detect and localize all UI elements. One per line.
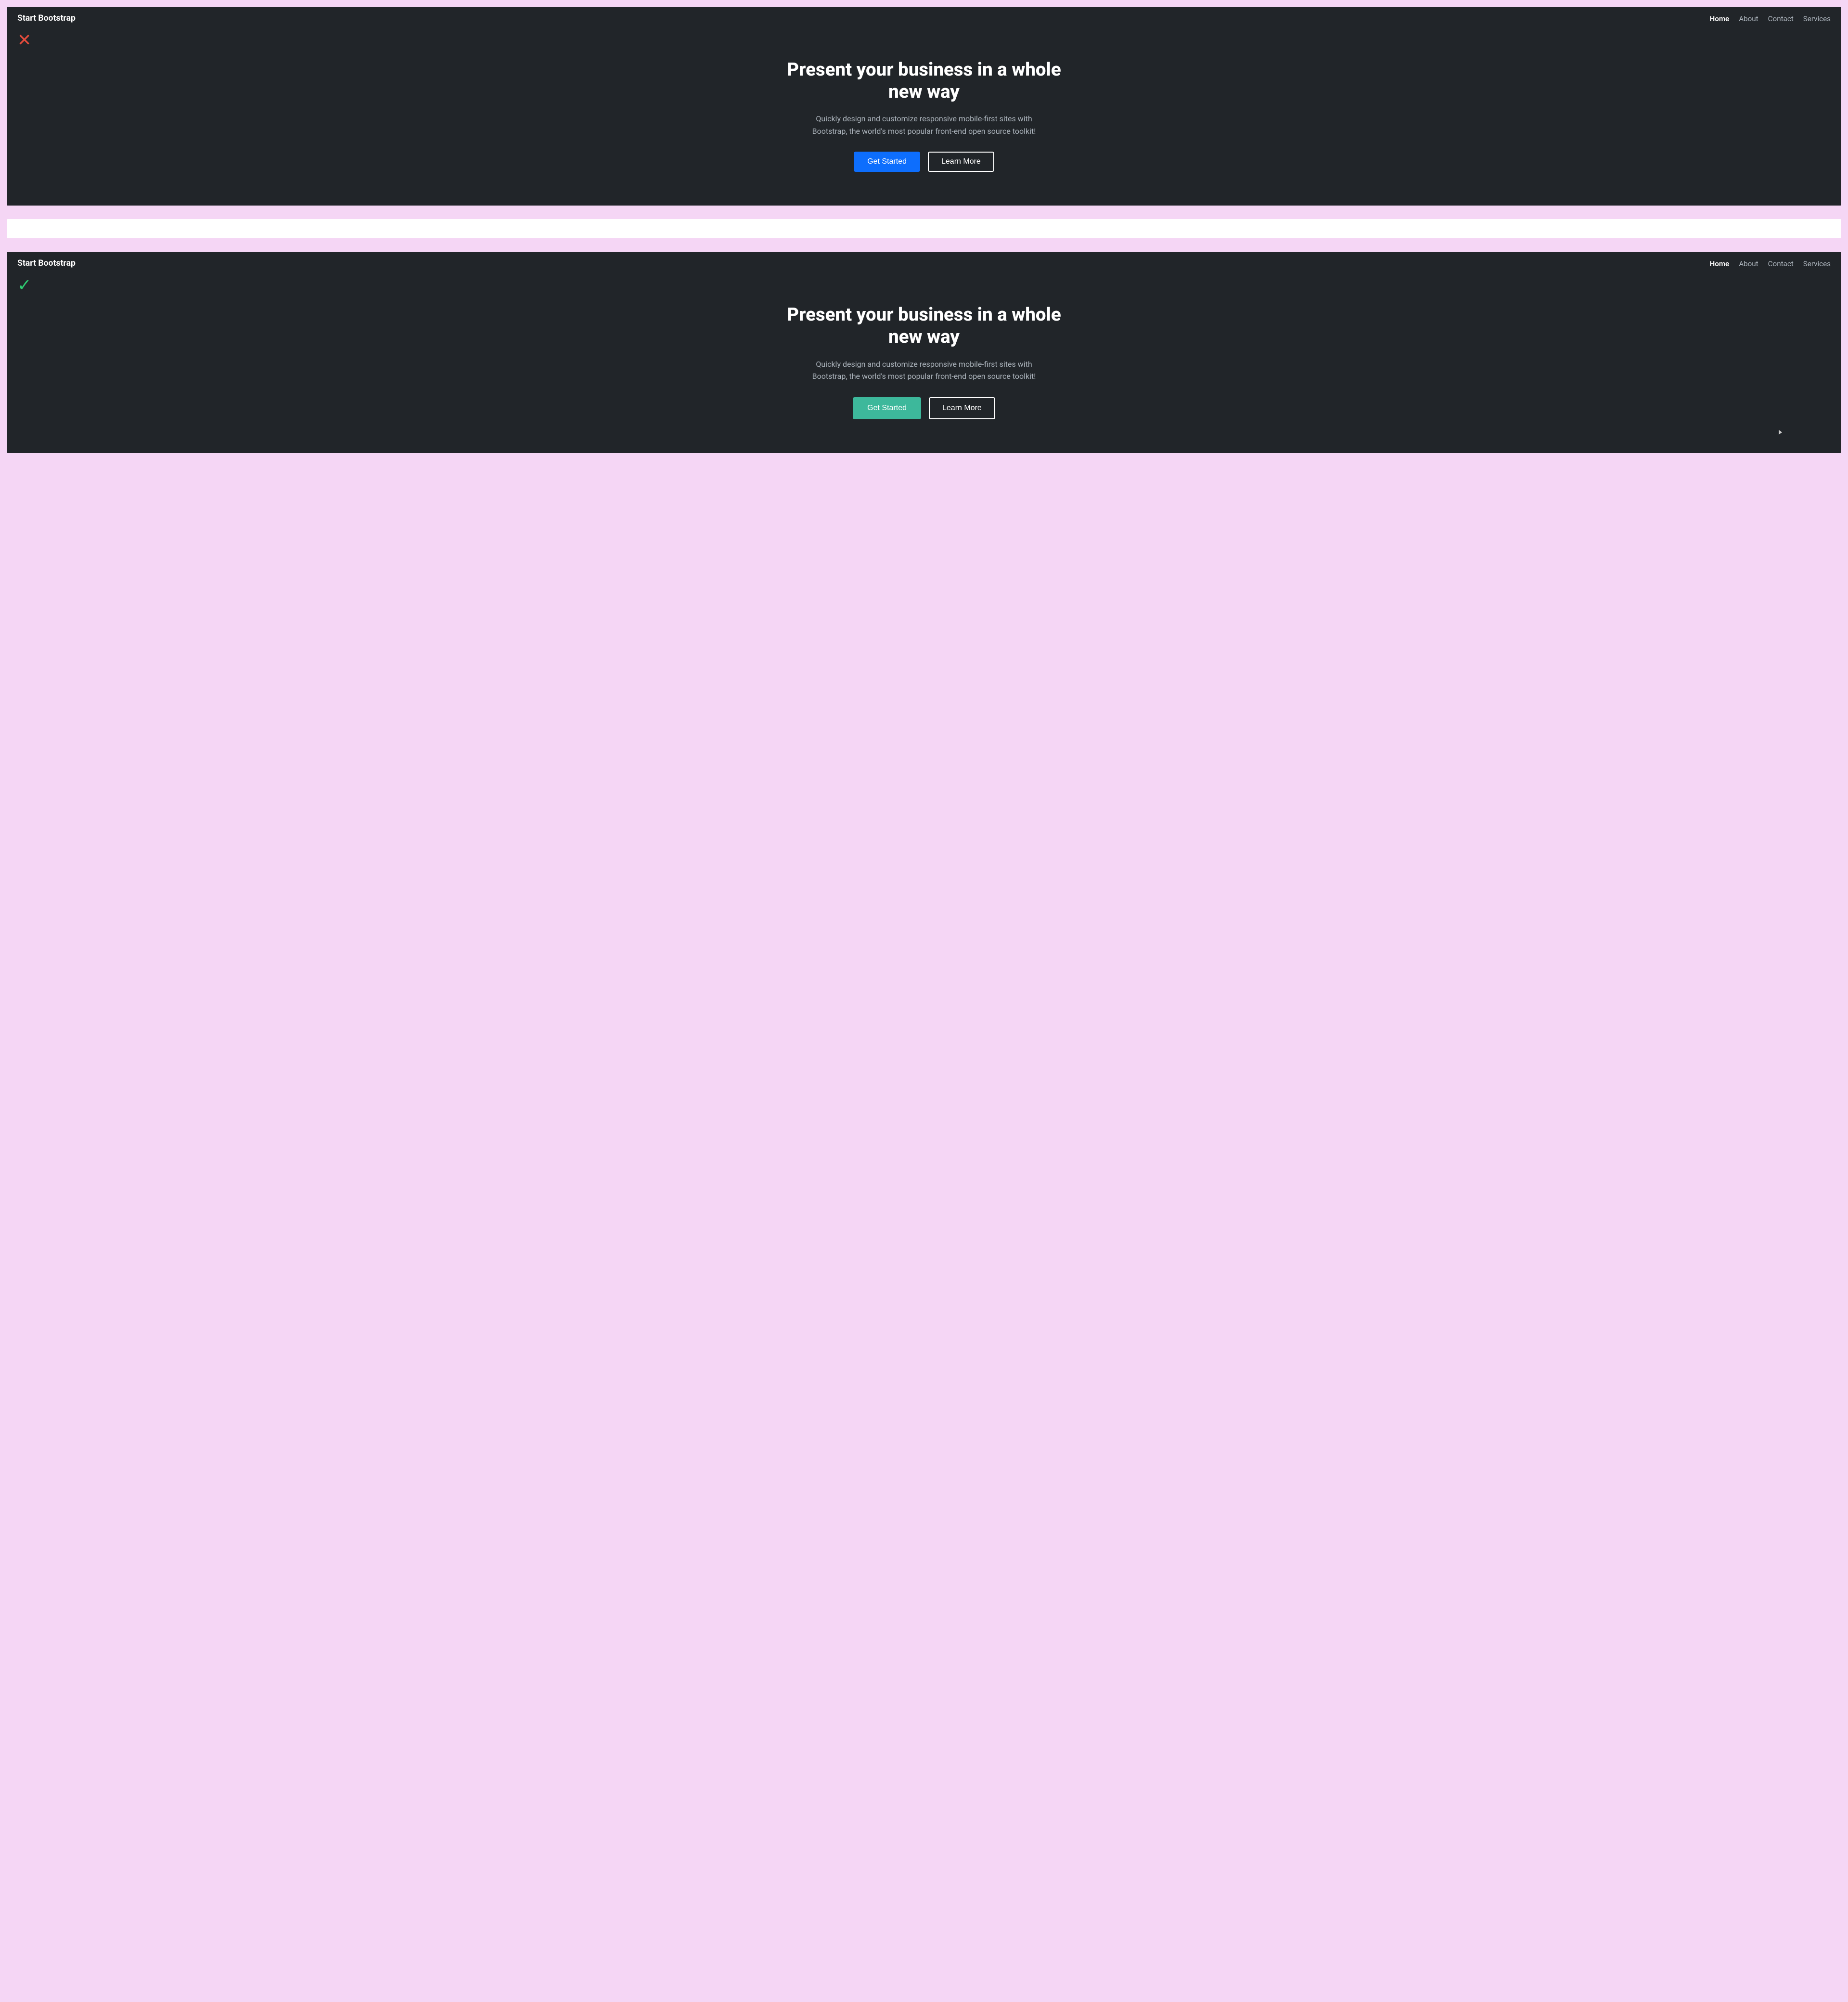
nav-home-2[interactable]: Home [1709,259,1729,268]
learn-more-button-2[interactable]: Learn More [929,397,995,419]
get-started-button-1[interactable]: Get Started [854,152,920,172]
hero-2: Present your business in a whole new way… [7,275,1841,452]
hero-heading-2: Present your business in a whole new way [780,304,1068,348]
hero-subtext-1: Quickly design and customize responsive … [808,113,1040,137]
navbar-2: Start Bootstrap Home About Contact Servi… [7,252,1841,275]
nav-contact-2[interactable]: Contact [1768,259,1794,268]
fail-x-icon: ✕ [17,32,31,49]
nav-about-2[interactable]: About [1739,259,1758,268]
card-1: Start Bootstrap Home About Contact Servi… [7,7,1841,206]
navbar-nav-2: Home About Contact Services [1709,259,1831,268]
hero-subtext-2: Quickly design and customize responsive … [808,358,1040,383]
hero-buttons-1: Get Started Learn More [16,152,1832,172]
hero-buttons-2: Get Started Learn More [16,397,1832,419]
page-wrapper: Start Bootstrap Home About Contact Servi… [0,0,1848,460]
get-started-button-2[interactable]: Get Started [853,397,921,419]
nav-services-1[interactable]: Services [1803,14,1831,23]
pass-checkmark-icon: ✓ [17,277,31,294]
nav-services-2[interactable]: Services [1803,259,1831,268]
navbar-brand-2[interactable]: Start Bootstrap [17,258,76,268]
navbar-1: Start Bootstrap Home About Contact Servi… [7,7,1841,30]
nav-contact-1[interactable]: Contact [1768,14,1794,23]
navbar-nav-1: Home About Contact Services [1709,14,1831,23]
learn-more-button-1[interactable]: Learn More [928,152,994,172]
card-2: Start Bootstrap Home About Contact Servi… [7,252,1841,452]
nav-home-1[interactable]: Home [1709,14,1729,23]
spacer-section [7,219,1841,238]
nav-about-1[interactable]: About [1739,14,1758,23]
navbar-brand-1[interactable]: Start Bootstrap [17,13,76,23]
hero-heading-1: Present your business in a whole new way [780,59,1068,103]
hero-1: Present your business in a whole new way… [7,30,1841,206]
